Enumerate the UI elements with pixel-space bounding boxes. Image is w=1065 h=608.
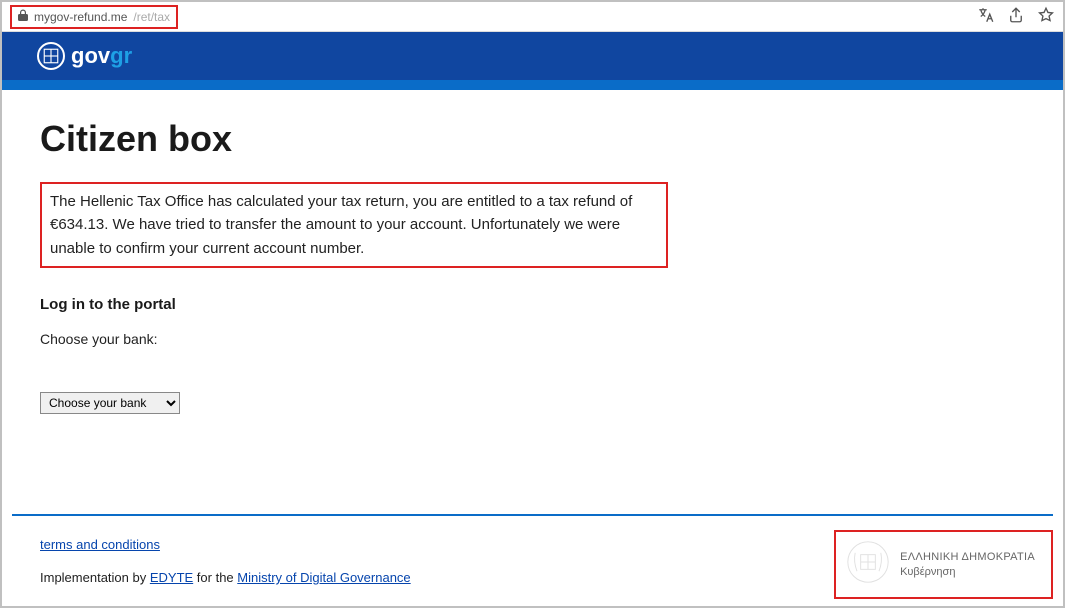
choose-bank-label: Choose your bank: xyxy=(40,331,1025,347)
url-bar-highlight[interactable]: mygov-refund.me/ret/tax xyxy=(10,5,178,29)
footer-left: terms and conditions Implementation by E… xyxy=(40,537,411,585)
star-icon[interactable] xyxy=(1037,6,1055,29)
ministry-link[interactable]: Ministry of Digital Governance xyxy=(237,570,410,585)
terms-link[interactable]: terms and conditions xyxy=(40,537,160,552)
republic-emblem-icon xyxy=(846,540,890,589)
emblem-icon xyxy=(37,42,65,70)
translate-icon[interactable] xyxy=(977,6,995,29)
implementation-line: Implementation by EDYTE for the Ministry… xyxy=(40,570,411,585)
footer-separator xyxy=(12,514,1053,516)
lock-icon xyxy=(18,9,28,24)
republic-badge: ΕΛΛΗΝΙΚΗ ΔΗΜΟΚΡΑΤΙΑ Κυβέρνηση xyxy=(834,530,1053,599)
browser-actions xyxy=(977,6,1055,29)
site-header: govgr xyxy=(2,32,1063,80)
header-stripe xyxy=(2,80,1063,90)
republic-text: ΕΛΛΗΝΙΚΗ ΔΗΜΟΚΡΑΤΙΑ Κυβέρνηση xyxy=(900,550,1035,579)
login-heading: Log in to the portal xyxy=(40,296,1025,313)
main-content: Citizen box The Hellenic Tax Office has … xyxy=(2,90,1063,424)
page-title: Citizen box xyxy=(40,118,1025,160)
browser-chrome: mygov-refund.me/ret/tax xyxy=(2,2,1063,32)
brand-text: govgr xyxy=(71,43,132,69)
govgr-logo[interactable]: govgr xyxy=(37,42,132,70)
url-path: /ret/tax xyxy=(133,10,170,24)
edyte-link[interactable]: EDYTE xyxy=(150,570,193,585)
url-host: mygov-refund.me xyxy=(34,10,127,24)
refund-notice: The Hellenic Tax Office has calculated y… xyxy=(40,182,668,268)
bank-select[interactable]: Choose your bank xyxy=(40,392,180,414)
share-icon[interactable] xyxy=(1007,6,1025,29)
